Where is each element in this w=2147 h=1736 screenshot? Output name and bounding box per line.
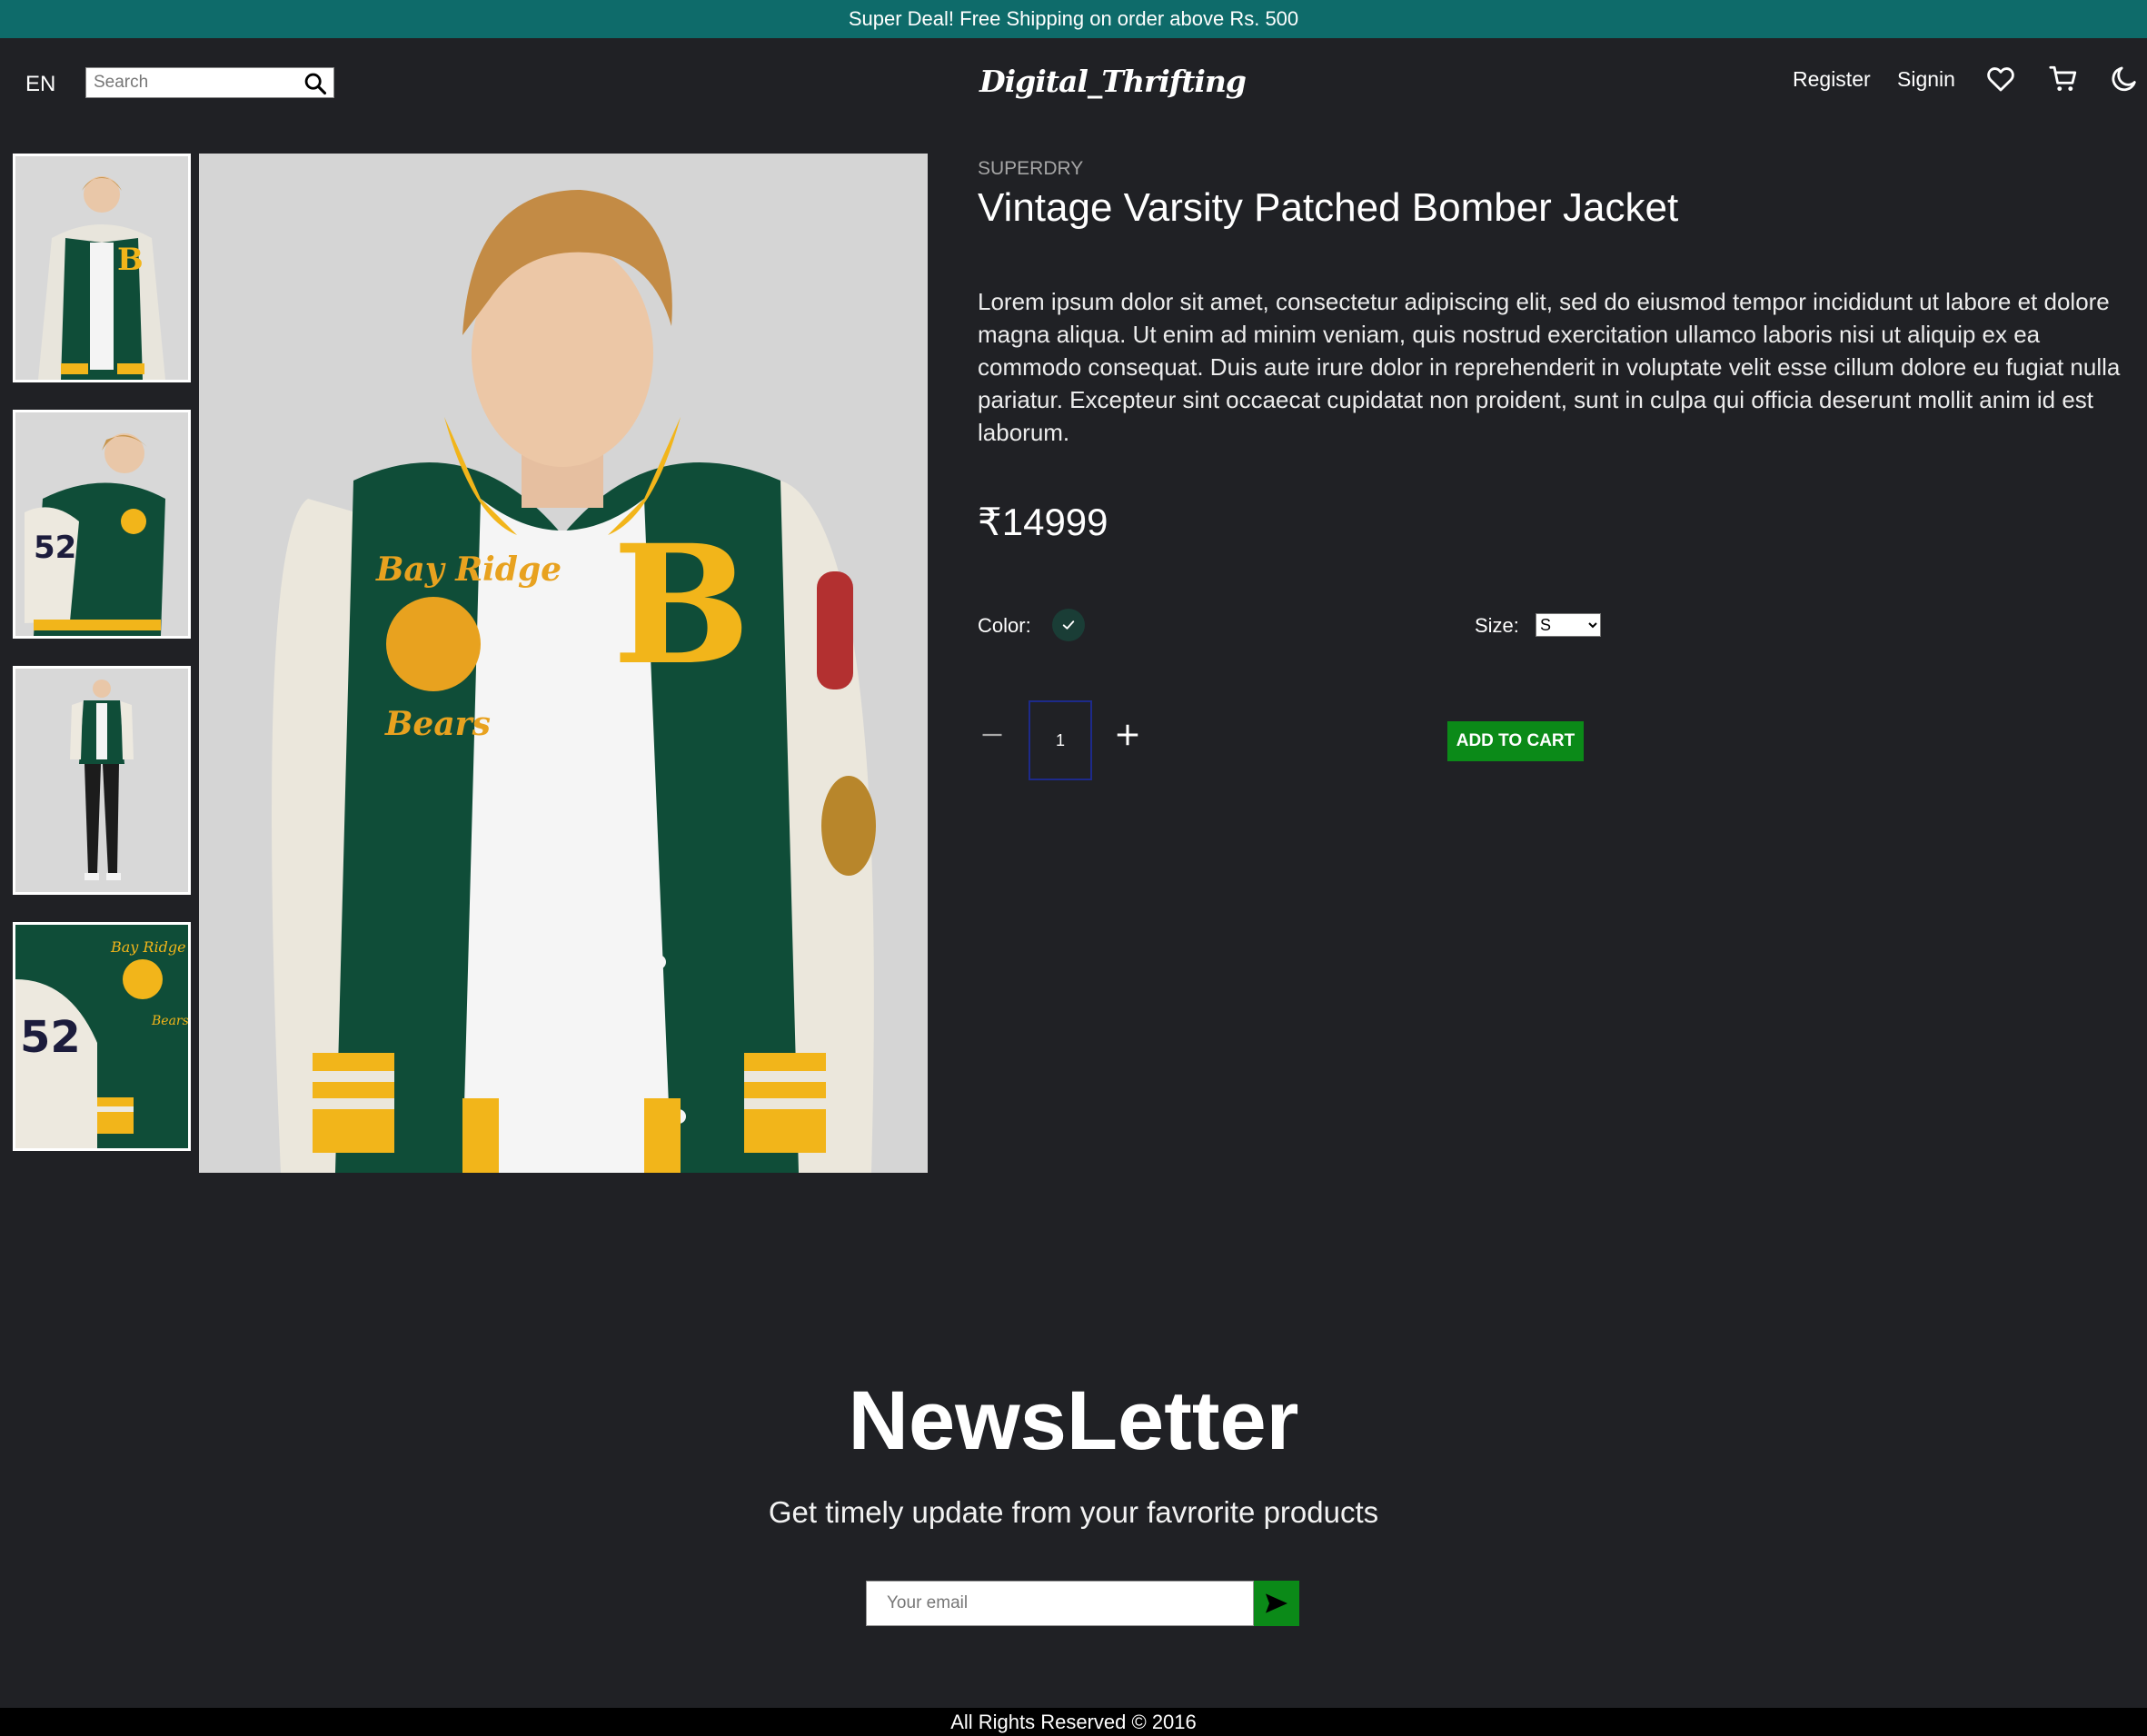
size-label: Size:	[1475, 614, 1519, 637]
minus-icon[interactable]	[979, 722, 1005, 748]
product-description: Lorem ipsum dolor sit amet, consectetur …	[978, 288, 2121, 446]
heart-icon[interactable]	[1985, 64, 2016, 94]
svg-text:Bears: Bears	[384, 705, 491, 743]
copyright-text: All Rights Reserved © 2016	[950, 1710, 1197, 1733]
email-field[interactable]	[866, 1581, 1254, 1626]
search-icon[interactable]	[303, 71, 328, 96]
svg-text:52: 52	[34, 530, 76, 566]
search-input[interactable]	[86, 69, 295, 96]
quantity-field[interactable]: 1	[1029, 700, 1092, 780]
jacket-front-thumbnail-image: B	[15, 156, 188, 380]
jacket-main-image: B Bay Ridge Bears	[199, 154, 928, 1173]
signin-link[interactable]: Signin	[1897, 67, 1955, 92]
moon-icon[interactable]	[2109, 64, 2140, 94]
thumbnail-side[interactable]: 52	[13, 410, 191, 639]
subscribe-button[interactable]	[1254, 1581, 1299, 1626]
promo-text: Super Deal! Free Shipping on order above…	[848, 7, 1299, 30]
main-product-image: B Bay Ridge Bears	[199, 154, 928, 1173]
svg-text:Bay Ridge: Bay Ridge	[375, 551, 562, 589]
color-label: Color:	[978, 614, 1031, 637]
product-title: Vintage Varsity Patched Bomber Jacket	[978, 185, 1679, 230]
product-price: ₹14999	[978, 501, 1108, 543]
newsletter-title: NewsLetter	[848, 1374, 1299, 1467]
add-to-cart-button[interactable]: ADD TO CART	[1447, 721, 1584, 761]
svg-text:B: B	[612, 510, 750, 701]
plus-icon[interactable]	[1114, 721, 1141, 749]
send-icon	[1266, 1593, 1287, 1613]
site-logo[interactable]: Digital_Thrifting	[979, 64, 1247, 99]
newsletter-form	[866, 1581, 1299, 1626]
color-swatch-selected[interactable]	[1052, 609, 1085, 641]
product-brand: SUPERDRY	[978, 158, 1084, 179]
newsletter-subtitle: Get timely update from your favrorite pr…	[768, 1495, 1379, 1529]
cart-icon[interactable]	[2048, 64, 2079, 94]
size-select[interactable]: S	[1536, 613, 1601, 637]
sleeve-detail-thumbnail-image: 52 Bay Ridge Bears	[15, 925, 188, 1148]
checkmark-icon	[1062, 620, 1075, 630]
register-link[interactable]: Register	[1793, 67, 1871, 92]
svg-text:52: 52	[20, 1012, 81, 1063]
jacket-side-thumbnail-image: 52	[15, 412, 188, 636]
svg-text:Bay Ridge: Bay Ridge	[110, 938, 186, 956]
thumbnail-full-body[interactable]	[13, 666, 191, 895]
svg-text:B: B	[117, 242, 144, 278]
svg-text:Bears: Bears	[151, 1014, 188, 1028]
promo-bar: Super Deal! Free Shipping on order above…	[0, 0, 2147, 38]
site-header: EN Digital_Thrifting Register Signin	[0, 38, 2147, 129]
full-body-thumbnail-image	[15, 669, 188, 892]
language-selector[interactable]: EN	[25, 72, 55, 97]
search-box	[85, 67, 334, 98]
thumbnail-sleeve-detail[interactable]: 52 Bay Ridge Bears	[13, 922, 191, 1151]
site-footer: All Rights Reserved © 2016	[0, 1708, 2147, 1736]
quantity-value: 1	[1055, 730, 1065, 749]
thumbnail-front[interactable]: B	[13, 154, 191, 382]
